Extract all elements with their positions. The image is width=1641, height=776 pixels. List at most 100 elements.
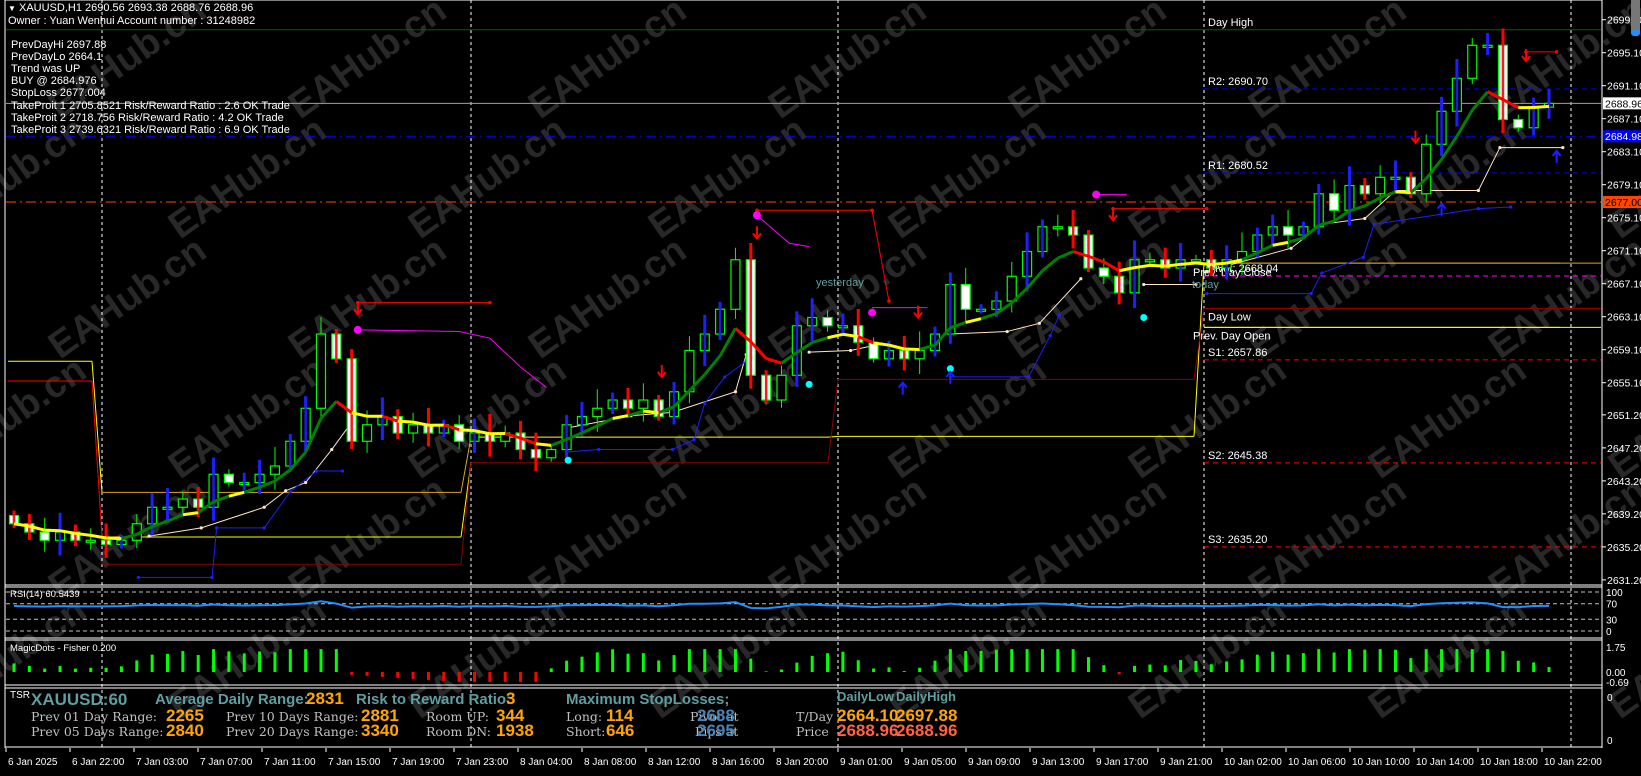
price-tick-label: 2667.10 <box>1607 279 1641 291</box>
trail-dot <box>597 447 601 452</box>
buy-arrow-icon <box>1551 149 1562 163</box>
ma-segment <box>1149 263 1166 268</box>
signal-dot <box>1204 206 1209 211</box>
prev-day-level-step <box>1193 308 1205 380</box>
time-tick-label: 9 Jan 09:00 <box>968 757 1021 768</box>
prev-day-level-step <box>460 462 472 565</box>
watermark-text: EAHub.cn <box>761 0 934 127</box>
price-tick-label: 2675.10 <box>1607 213 1641 225</box>
bull-candle <box>1421 143 1432 195</box>
ma-segment <box>44 528 61 533</box>
scroll-thumb[interactable] <box>1631 30 1640 36</box>
watermark-text: EAHub.cn <box>1121 349 1294 488</box>
price-tick-label: 2663.10 <box>1607 312 1641 324</box>
trail-dot <box>1289 246 1293 250</box>
watermark-text: EAHub.cn <box>41 229 214 368</box>
trail-dot <box>733 390 738 394</box>
trail-dot <box>288 490 292 494</box>
level-label: Day High <box>1208 17 1253 29</box>
price-tick-label: 2687.10 <box>1607 114 1641 126</box>
ma-segment <box>965 317 982 324</box>
price-tick-label: 2691.10 <box>1607 81 1641 93</box>
trail-dot <box>1205 292 1209 296</box>
rsi-label: RSI(14) 60.5439 <box>10 589 80 600</box>
room-up-label: Room UP: <box>426 709 490 724</box>
bull-candle <box>1052 226 1063 230</box>
watermark-text: EAHub.cn <box>401 109 574 248</box>
prev10-label: Prev 10 Days Range: <box>226 709 359 724</box>
bull-candle <box>776 374 787 401</box>
watermark-text: EAHub.cn <box>641 109 814 248</box>
trail-dot <box>314 469 318 473</box>
bull-candle <box>638 399 649 409</box>
watermark-text: EAHub.cn <box>1001 0 1174 127</box>
trail-dot <box>1561 145 1565 150</box>
watermark-text: EAHub.cn <box>1361 349 1534 488</box>
panel-scrollbar[interactable] <box>1631 0 1640 36</box>
time-tick-label: 10 Jan 10:00 <box>1352 757 1410 768</box>
room-dn-label: Room DN: <box>426 724 492 739</box>
watermark-text: EAHub.cn <box>521 0 694 127</box>
level-label: S2: 2645.38 <box>1208 450 1267 462</box>
collapse-triangle-icon[interactable]: ▼ <box>8 4 16 13</box>
ma-segment <box>1180 261 1197 266</box>
rsi-axis-label: 100 <box>1606 588 1623 599</box>
time-tick-label: 8 Jan 16:00 <box>712 757 765 768</box>
time-tick-label: 7 Jan 23:00 <box>456 757 509 768</box>
rsi-axis-label: 30 <box>1606 615 1618 626</box>
time-tick-label: 7 Jan 03:00 <box>136 757 189 768</box>
ma-segment <box>182 511 199 517</box>
short-label: Short: <box>566 724 606 739</box>
bull-candle <box>546 448 557 459</box>
trail-dot <box>284 489 288 493</box>
price-tick-label: 2647.20 <box>1607 443 1641 455</box>
prev20-label: Prev 20 Days Range: <box>226 724 359 739</box>
trail-dot <box>692 438 696 442</box>
trail-dot <box>1363 216 1367 221</box>
rsi-panel: 10070 300 <box>6 588 1623 638</box>
magenta-dot <box>1092 190 1101 199</box>
time-tick-label: 6 Jan 22:00 <box>72 757 125 768</box>
price-tick-label: 2659.10 <box>1607 345 1641 357</box>
trade-info-line: Trend was UP <box>11 63 81 76</box>
trail-dot <box>1079 277 1083 281</box>
time-tick-label: 10 Jan 14:00 <box>1416 757 1474 768</box>
signal-dot <box>870 208 874 213</box>
time-tick-label: 7 Jan 11:00 <box>264 757 316 768</box>
ma-segment <box>581 424 598 435</box>
trail-dot <box>1142 282 1146 287</box>
signal-dot <box>1554 50 1559 54</box>
time-tick-label: 9 Jan 17:00 <box>1096 757 1149 768</box>
watermark-text: EAHub.cn <box>1361 109 1534 248</box>
level-label: R1: 2680.52 <box>1208 160 1268 172</box>
price-tick-label: 2683.10 <box>1607 147 1641 159</box>
time-axis: 6 Jan 2025 6 Jan 22:00 7 Jan 03:00 7 Jan 07… <box>5 748 1602 768</box>
trail-dot <box>723 375 727 379</box>
trail-dot <box>1498 145 1502 150</box>
watermark-text: EAHub.cn <box>1241 0 1414 127</box>
bull-candle <box>315 333 327 409</box>
ma-segment <box>397 419 414 424</box>
owner-line: Owner : Yuan Wenhui Account number : 312… <box>8 15 256 27</box>
level-label: Day Low <box>1208 311 1251 323</box>
room-dn-value: 1938 <box>496 721 534 740</box>
price-tick-label: 2631.20 <box>1607 575 1641 587</box>
trail-dot <box>262 526 266 530</box>
bear-candle <box>822 316 833 327</box>
watermark-text: EAHub.cn <box>521 229 694 368</box>
bull-candle <box>177 498 188 508</box>
signal-line-magenta <box>756 214 810 248</box>
bear-candle <box>223 473 234 484</box>
price-tick-label: 2671.10 <box>1607 246 1641 258</box>
magenta-dot <box>353 325 362 334</box>
bull-candle <box>1006 275 1017 302</box>
trail-dot <box>703 401 707 405</box>
time-tick-label: 9 Jan 21:00 <box>1160 757 1213 768</box>
prev05-value: 2840 <box>166 721 204 740</box>
ma-segment <box>1395 190 1411 194</box>
sell-arrow-icon <box>656 364 667 379</box>
price-tag: 2677.00 <box>1605 197 1641 209</box>
bull-candle <box>269 465 281 475</box>
watermark-text: EAHub.cn <box>0 349 94 488</box>
bear-candle <box>1282 226 1294 236</box>
